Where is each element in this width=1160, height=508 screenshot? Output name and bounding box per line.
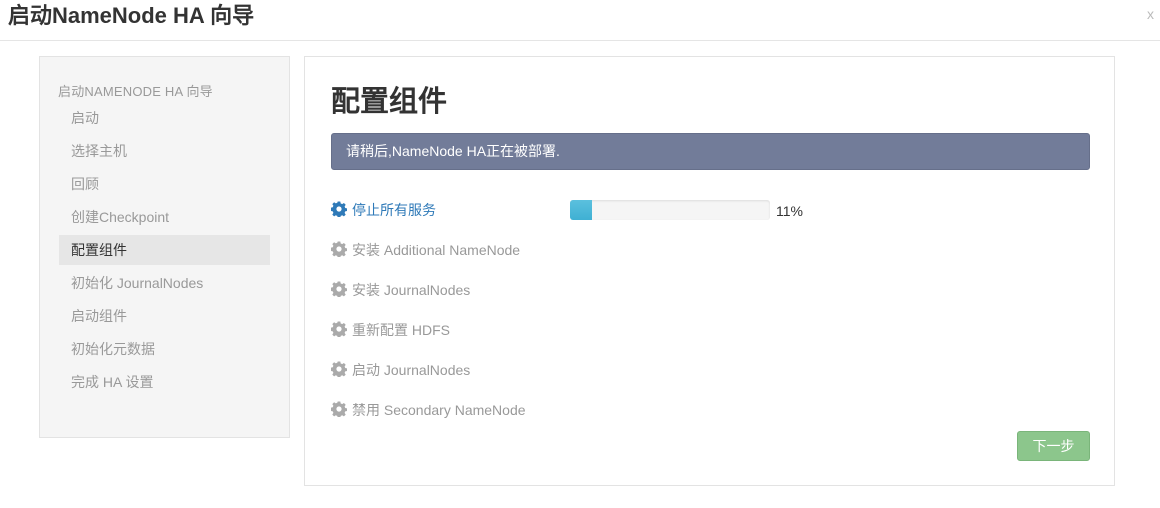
sidebar-step-list: 启动 选择主机 回顾 创建Checkpoint 配置组件 初始化 Journal… xyxy=(59,103,270,400)
sidebar-step: 选择主机 xyxy=(71,143,127,159)
task-row: 禁用 Secondary NameNode xyxy=(331,400,811,420)
sidebar-step: 完成 HA 设置 xyxy=(71,374,154,390)
progress-percent: 11% xyxy=(776,203,803,219)
task-label: 重新配置 HDFS xyxy=(352,322,450,338)
gear-icon xyxy=(331,281,347,297)
task-label: 禁用 Secondary NameNode xyxy=(352,402,526,418)
modal-header: 启动NameNode HA 向导 x xyxy=(0,0,1160,41)
gear-icon xyxy=(331,201,347,217)
sidebar-step: 初始化 JournalNodes xyxy=(71,275,204,291)
modal-title: 启动NameNode HA 向导 xyxy=(8,3,255,28)
gear-icon xyxy=(331,321,347,337)
close-button[interactable]: x xyxy=(1147,6,1154,22)
page-title: 配置组件 xyxy=(331,86,448,118)
task-label[interactable]: 停止所有服务 xyxy=(352,202,436,218)
task-label: 安装 JournalNodes xyxy=(352,282,471,298)
next-button[interactable]: 下一步 xyxy=(1017,431,1090,461)
sidebar-step: 回顾 xyxy=(71,176,99,192)
wizard-sidebar: 启动NAMENODE HA 向导 启动 选择主机 回顾 创建Checkpoint… xyxy=(39,56,290,438)
sidebar-step: 启动 xyxy=(71,110,99,126)
task-row: 安装 JournalNodes xyxy=(331,280,811,300)
task-progress-bar xyxy=(570,200,770,220)
sidebar-step: 创建Checkpoint xyxy=(71,209,170,225)
sidebar-header: 启动NAMENODE HA 向导 xyxy=(58,84,213,99)
info-alert: 请稍后,NameNode HA正在被部署. xyxy=(331,133,1090,170)
task-row: 重新配置 HDFS xyxy=(331,320,811,340)
task-row: 安装 Additional NameNode xyxy=(331,240,811,260)
sidebar-step-active: 配置组件 xyxy=(59,235,270,265)
task-row: 启动 JournalNodes xyxy=(331,360,811,380)
sidebar-step: 启动组件 xyxy=(71,308,127,324)
sidebar-step: 初始化元数据 xyxy=(71,341,155,357)
wizard-content: 配置组件 请稍后,NameNode HA正在被部署. 停止所有服务 11% 安装… xyxy=(304,56,1115,486)
task-label: 安装 Additional NameNode xyxy=(352,242,521,258)
gear-icon xyxy=(331,241,347,257)
progress-fill xyxy=(570,200,592,220)
task-label: 启动 JournalNodes xyxy=(352,362,471,378)
gear-icon xyxy=(331,401,347,417)
gear-icon xyxy=(331,361,347,377)
